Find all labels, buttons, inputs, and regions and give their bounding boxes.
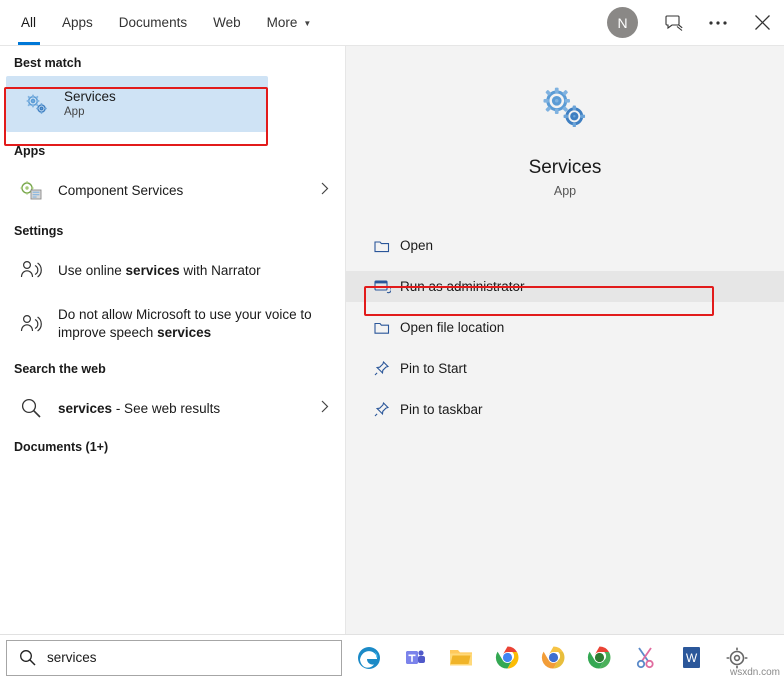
search-icon xyxy=(7,649,47,666)
top-bar-actions: N xyxy=(607,0,784,45)
setting-narrator-pre: Use online xyxy=(58,262,126,278)
settings-person-icon-2 xyxy=(14,307,48,341)
settings-person-icon xyxy=(14,253,48,287)
component-services-title: Component Services xyxy=(58,182,184,198)
edge-icon[interactable] xyxy=(354,643,384,673)
setting-speech-text: Do not allow Microsoft to use your voice… xyxy=(58,306,318,342)
component-services-text: Component Services xyxy=(58,182,183,199)
tab-documents-label: Documents xyxy=(118,15,188,30)
chevron-right-icon[interactable] xyxy=(321,182,329,198)
tab-more-label: More xyxy=(266,15,298,30)
action-open-file-location-label: Open file location xyxy=(400,320,505,335)
shield-run-icon xyxy=(374,279,400,294)
tab-web[interactable]: Web xyxy=(200,0,254,45)
action-run-as-administrator-label: Run as administrator xyxy=(400,279,525,294)
section-heading-settings: Settings xyxy=(14,224,64,238)
web-services-bold: services xyxy=(58,400,113,416)
action-open-file-location[interactable]: Open file location xyxy=(346,312,784,343)
chevron-right-icon-2[interactable] xyxy=(321,400,329,416)
taskbar-icons: W xyxy=(354,643,752,673)
result-web-services[interactable]: services - See web results xyxy=(0,382,345,434)
tab-all-label: All xyxy=(21,15,37,30)
web-services-text: services - See web results xyxy=(58,400,220,417)
action-pin-to-start-label: Pin to Start xyxy=(400,361,467,376)
top-tab-bar: All Apps Documents Web More ▼ N xyxy=(0,0,784,46)
result-component-services[interactable]: Component Services xyxy=(0,164,345,216)
result-setting-speech[interactable]: Do not allow Microsoft to use your voice… xyxy=(0,296,345,352)
result-setting-narrator[interactable]: Use online services with Narrator xyxy=(0,244,345,296)
chevron-down-icon: ▼ xyxy=(303,19,312,28)
chrome-icon[interactable] xyxy=(492,643,522,673)
preview-app-icon xyxy=(534,76,596,143)
setting-narrator-post: with Narrator xyxy=(179,262,261,278)
section-heading-web: Search the web xyxy=(14,362,106,376)
setting-narrator-bold: services xyxy=(125,262,180,278)
svg-text:W: W xyxy=(685,651,697,665)
pin-icon-2 xyxy=(374,402,400,417)
teams-icon[interactable] xyxy=(400,643,430,673)
preview-pane: Services App Open Run as administrator O… xyxy=(345,46,784,634)
file-explorer-icon[interactable] xyxy=(446,643,476,673)
best-match-title: Services xyxy=(64,89,116,104)
chrome-beta-icon[interactable] xyxy=(584,643,614,673)
action-pin-to-start[interactable]: Pin to Start xyxy=(346,353,784,384)
ellipsis-icon[interactable] xyxy=(696,0,740,46)
setting-speech-bold: services xyxy=(157,325,212,340)
avatar-initial: N xyxy=(617,14,628,31)
result-best-match-services[interactable]: Services App xyxy=(6,76,268,132)
setting-speech-title: Do not allow Microsoft to use your voice… xyxy=(58,306,318,342)
preview-title: Services xyxy=(528,157,602,178)
tab-all[interactable]: All xyxy=(8,0,49,45)
preview-header: Services App xyxy=(346,46,784,198)
action-run-as-administrator[interactable]: Run as administrator xyxy=(346,271,784,302)
tab-apps[interactable]: Apps xyxy=(49,0,106,45)
results-pane: Best match Services App Apps Component S… xyxy=(0,46,345,634)
action-open-label: Open xyxy=(400,238,434,253)
search-flyout: All Apps Documents Web More ▼ N Best mat… xyxy=(0,0,784,680)
component-services-icon xyxy=(14,173,48,207)
snipping-tool-icon[interactable] xyxy=(630,643,660,673)
setting-narrator-title: Use online services with Narrator xyxy=(58,262,261,279)
preview-actions: Open Run as administrator Open file loca… xyxy=(346,230,784,425)
section-heading-apps: Apps xyxy=(14,144,46,158)
open-icon xyxy=(374,239,400,253)
action-pin-to-taskbar-label: Pin to taskbar xyxy=(400,402,483,417)
section-heading-best-match: Best match xyxy=(14,56,82,70)
close-icon[interactable] xyxy=(740,0,784,46)
tab-apps-label: Apps xyxy=(62,15,93,30)
chrome-canary-icon[interactable] xyxy=(538,643,568,673)
taskbar: W wsxdn.com xyxy=(0,634,784,680)
tab-more[interactable]: More ▼ xyxy=(254,0,325,45)
action-pin-to-taskbar[interactable]: Pin to taskbar xyxy=(346,394,784,425)
section-heading-documents: Documents (1+) xyxy=(14,440,109,454)
web-services-post: - See web results xyxy=(112,400,221,416)
search-box[interactable] xyxy=(6,639,342,676)
avatar[interactable]: N xyxy=(607,7,638,38)
preview-subtitle: App xyxy=(553,184,577,198)
services-gear-icon xyxy=(20,87,54,121)
watermark: wsxdn.com xyxy=(729,667,780,678)
word-icon[interactable]: W xyxy=(676,643,706,673)
tab-list: All Apps Documents Web More ▼ xyxy=(0,0,324,45)
action-open[interactable]: Open xyxy=(346,230,784,261)
web-services-title: services - See web results xyxy=(58,400,220,417)
best-match-subtitle: App xyxy=(64,106,85,118)
setting-narrator-text: Use online services with Narrator xyxy=(58,262,261,279)
folder-icon xyxy=(374,321,400,335)
tab-web-label: Web xyxy=(213,15,241,30)
pin-icon xyxy=(374,361,400,376)
feedback-icon[interactable] xyxy=(652,0,696,46)
tab-documents[interactable]: Documents xyxy=(106,0,200,45)
best-match-text: Services App xyxy=(64,88,116,120)
web-search-icon xyxy=(14,391,48,425)
search-input[interactable] xyxy=(47,650,297,665)
